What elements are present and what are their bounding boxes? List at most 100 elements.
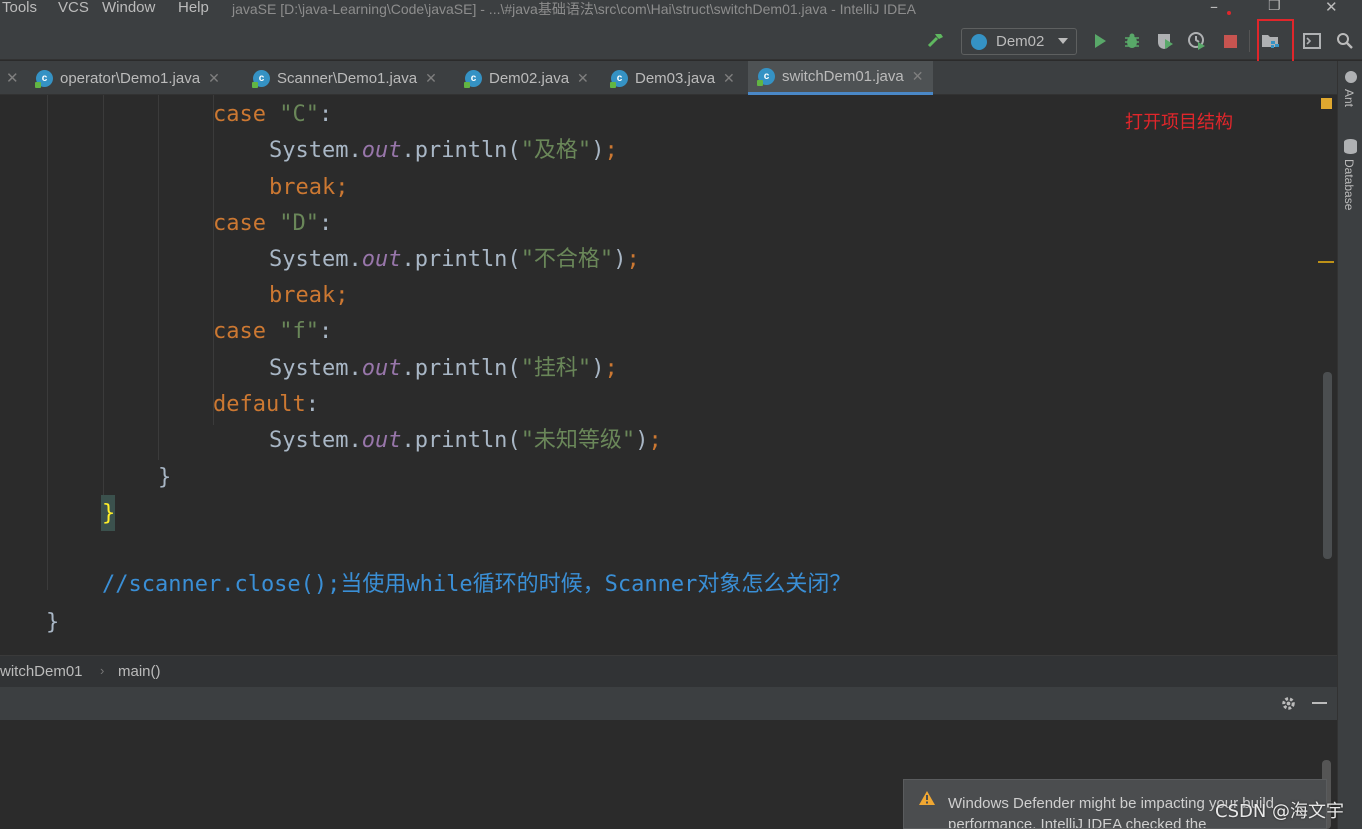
search-icon[interactable]: [1335, 31, 1355, 51]
field: out: [361, 247, 402, 272]
string-literal: "D": [279, 211, 319, 236]
string-literal: "挂科": [520, 356, 592, 381]
menu-vcs[interactable]: VCS: [58, 0, 89, 16]
code-line: System.out.println("未知等级");: [269, 426, 662, 456]
method-call: .println(: [401, 247, 521, 272]
method-call: .println(: [401, 428, 521, 453]
tab-switchdem01[interactable]: c switchDem01.java ✕: [748, 61, 934, 95]
code-line: case "C":: [213, 100, 332, 130]
field: out: [361, 356, 402, 381]
run-configuration-dropdown[interactable]: Dem02: [961, 28, 1077, 55]
java-class-icon: c: [35, 69, 53, 88]
menu-help[interactable]: Help: [178, 0, 209, 16]
tool-window-header: [0, 687, 1337, 720]
code-line: System.out.println("及格");: [269, 136, 618, 166]
identifier: System.: [269, 356, 362, 381]
editor-tab-bar: ✕ c operator\Demo1.java ✕ c Scanner\Demo…: [0, 61, 1337, 95]
toolbar-separator: [1249, 30, 1250, 52]
title-bar: Tools VCS Window Help javaSE [D:\java-Le…: [0, 0, 1362, 20]
run-icon[interactable]: [1090, 31, 1110, 51]
profile-icon[interactable]: [1187, 31, 1207, 51]
indent-guide: [47, 95, 48, 590]
indent-guide: [103, 95, 104, 495]
menu-window[interactable]: Window: [102, 0, 155, 16]
restore-button[interactable]: ❐: [1268, 0, 1281, 14]
keyword: case: [213, 102, 266, 127]
minimize-button[interactable]: –: [1210, 0, 1218, 16]
indent-guide: [158, 95, 159, 460]
database-icon: [1344, 139, 1357, 154]
string-literal: "f": [279, 319, 319, 344]
tab-dem02[interactable]: c Dem02.java ✕: [464, 61, 589, 95]
java-class-icon: c: [252, 69, 270, 88]
chevron-down-icon: [1058, 38, 1068, 44]
java-class-icon: c: [757, 68, 775, 86]
right-tool-strip: Ant Database: [1337, 61, 1362, 829]
method-call: .println(: [401, 138, 521, 163]
close-icon[interactable]: ✕: [425, 70, 437, 87]
code-line: break;: [269, 283, 349, 308]
code-line: default:: [213, 390, 319, 420]
identifier: System.: [269, 428, 362, 453]
string-literal: "C": [279, 102, 319, 127]
field: out: [361, 138, 402, 163]
string-literal: "不合格": [520, 247, 614, 272]
breadcrumb-separator: ›: [100, 663, 105, 678]
breadcrumb-method[interactable]: main(): [118, 663, 161, 680]
run-config-label: Dem02: [996, 33, 1045, 50]
tab-label: Dem02.java: [489, 69, 570, 87]
code-line: }: [46, 610, 60, 635]
punctuation: ;: [648, 428, 662, 453]
tab-scanner-demo1[interactable]: c Scanner\Demo1.java ✕: [252, 61, 437, 95]
coverage-icon[interactable]: [1155, 31, 1175, 51]
code-line: break;: [269, 175, 349, 200]
close-icon[interactable]: ✕: [6, 61, 19, 95]
string-literal: "及格": [520, 138, 592, 163]
terminal-icon[interactable]: [1302, 31, 1322, 51]
keyword: case: [213, 319, 266, 344]
build-hammer-icon[interactable]: [926, 31, 946, 51]
code-line: System.out.println("不合格");: [269, 245, 640, 275]
code-line: case "f":: [213, 317, 332, 347]
close-icon[interactable]: ✕: [208, 70, 220, 87]
keyword: case: [213, 211, 266, 236]
breadcrumb-class[interactable]: witchDem01: [0, 663, 83, 680]
code-editor[interactable]: 打开项目结构 case "C": System.out.println("及格"…: [0, 95, 1337, 655]
annotation-label: 打开项目结构: [1125, 112, 1233, 133]
inspection-warning-icon[interactable]: [1321, 98, 1332, 109]
close-icon[interactable]: ✕: [912, 68, 924, 85]
ant-tool-button[interactable]: Ant: [1342, 89, 1356, 107]
close-icon[interactable]: ✕: [723, 70, 735, 87]
punctuation: ;: [604, 138, 618, 163]
tab-label: operator\Demo1.java: [60, 69, 201, 87]
code-line: case "D":: [213, 209, 332, 239]
breadcrumb: witchDem01 › main(): [0, 655, 1337, 687]
database-tool-button[interactable]: Database: [1342, 159, 1356, 210]
code-line: System.out.println("挂科");: [269, 354, 618, 384]
tab-label: Dem03.java: [635, 69, 716, 87]
close-window-button[interactable]: ✕: [1325, 0, 1338, 16]
tab-dem03[interactable]: c Dem03.java ✕: [610, 61, 735, 95]
stop-icon[interactable]: [1220, 31, 1240, 51]
debug-icon[interactable]: [1122, 31, 1142, 51]
notification-dot-icon: [1227, 11, 1231, 15]
gear-icon[interactable]: [1278, 693, 1298, 713]
method-call: .println(: [401, 356, 521, 381]
punctuation: :: [318, 319, 333, 344]
punctuation: ;: [604, 356, 618, 381]
field: out: [361, 428, 402, 453]
close-icon[interactable]: ✕: [577, 70, 589, 87]
minimize-panel-icon[interactable]: [1312, 702, 1327, 704]
tab-operator-demo1[interactable]: c operator\Demo1.java ✕: [35, 61, 220, 95]
identifier: System.: [269, 138, 362, 163]
punctuation: ): [613, 247, 627, 272]
scroll-marker: [1318, 261, 1334, 263]
warning-icon: [918, 790, 936, 811]
run-config-class-icon: [971, 34, 987, 50]
watermark: CSDN @海文宇: [1215, 801, 1345, 822]
editor-scrollbar[interactable]: [1323, 372, 1332, 559]
code-comment: //scanner.close();当使用while循环的时候，Scanner对…: [102, 572, 852, 597]
tab-label: Scanner\Demo1.java: [277, 69, 418, 87]
menu-tools[interactable]: Tools: [2, 0, 37, 16]
punctuation: ): [591, 356, 605, 381]
